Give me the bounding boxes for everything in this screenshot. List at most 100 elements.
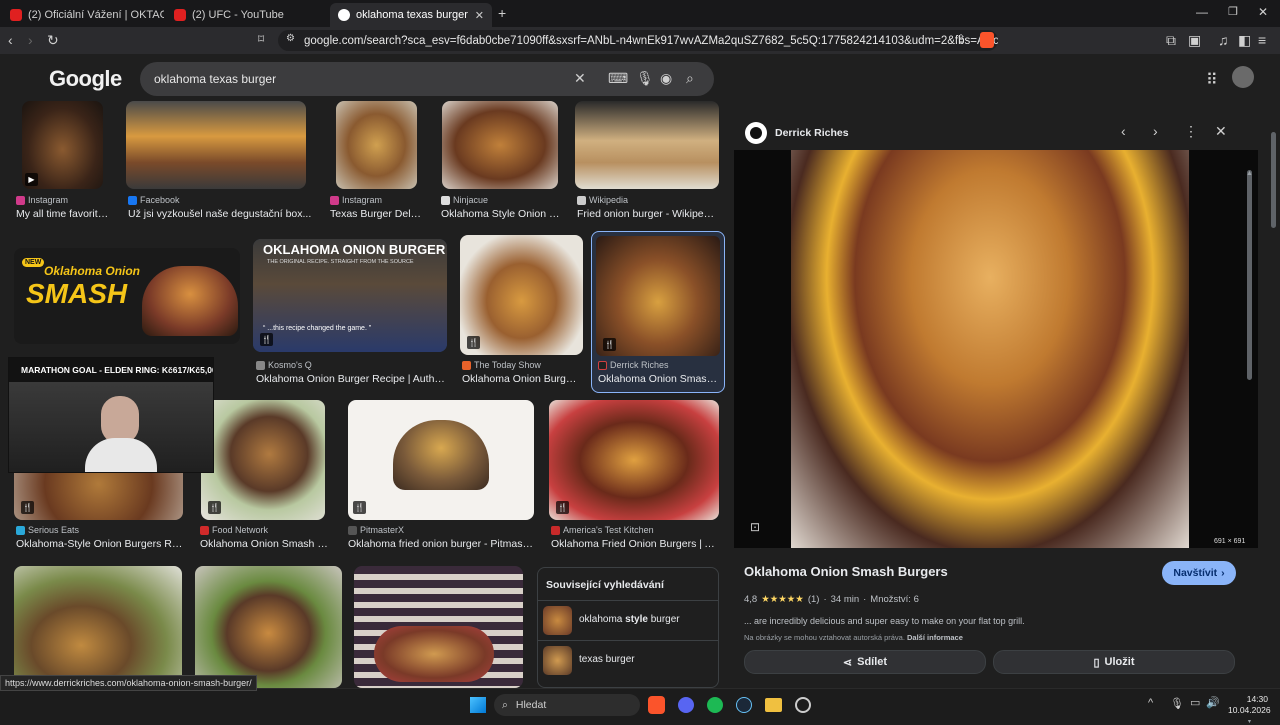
share-page-icon[interactable]: ⇪: [956, 32, 966, 46]
derrick-riches-icon: [598, 360, 607, 370]
account-avatar[interactable]: [1232, 66, 1254, 88]
search-input[interactable]: oklahoma texas burger: [154, 72, 276, 86]
result-caption-9[interactable]: Oklahoma-Style Onion Burgers Reci...: [16, 538, 186, 550]
discord-icon[interactable]: [678, 697, 694, 713]
result-source-10: Food Network: [200, 525, 268, 535]
lens-icon[interactable]: ◉: [660, 70, 672, 87]
result-image-5[interactable]: [575, 101, 719, 189]
page-scrollbar[interactable]: [1271, 132, 1276, 228]
volume-icon[interactable]: 🔊: [1206, 696, 1220, 709]
recipe-icon: 🍴: [208, 501, 221, 514]
result-image-ad[interactable]: NEW Oklahoma Onion SMASH: [14, 248, 240, 344]
spotify-icon[interactable]: [707, 697, 723, 713]
result-image-12[interactable]: 🍴: [549, 400, 719, 520]
serious-eats-icon: [16, 525, 25, 535]
address-bar[interactable]: ⚙ google.com/search?sca_esv=f6dab0cbe710…: [278, 30, 998, 51]
related-thumb: [543, 646, 572, 675]
steam-icon[interactable]: [736, 697, 752, 713]
result-caption-4[interactable]: Oklahoma Style Onion S...: [441, 208, 561, 220]
tab-google-search[interactable]: oklahoma texas burger - Hledat ✕: [330, 3, 492, 27]
result-image-2[interactable]: [126, 101, 306, 189]
instagram-icon: [16, 195, 25, 205]
maximize-button[interactable]: ❐: [1228, 5, 1238, 18]
result-image-13[interactable]: [14, 566, 182, 688]
start-icon[interactable]: [470, 697, 486, 713]
result-caption-1[interactable]: My all time favorite...: [16, 208, 111, 220]
publisher-name[interactable]: Derrick Riches: [775, 127, 849, 139]
result-caption-5[interactable]: Fried onion burger - Wikipedia: [577, 208, 717, 220]
bookmark-icon[interactable]: ⌑: [258, 32, 264, 46]
result-image-1[interactable]: ▶: [22, 101, 103, 189]
instagram-icon: [330, 195, 339, 205]
result-caption-2[interactable]: Už jsi vyzkoušel naše degustační box...: [128, 208, 312, 220]
tab-ufc[interactable]: (2) UFC - YouTube: [166, 3, 328, 27]
play-icon: ▶: [25, 173, 38, 186]
panel-scrollbar[interactable]: [1247, 170, 1252, 380]
next-icon[interactable]: ›: [1153, 123, 1158, 139]
scroll-up-icon[interactable]: ▲: [1246, 170, 1253, 177]
menu-icon[interactable]: ≡: [1258, 32, 1266, 48]
sidebar-icon[interactable]: ◧: [1238, 32, 1251, 49]
result-image-7[interactable]: 🍴: [460, 235, 583, 355]
preview-title[interactable]: Oklahoma Onion Smash Burgers: [744, 564, 948, 579]
tray-chevron-icon[interactable]: ^: [1148, 697, 1153, 709]
brave-shield-icon[interactable]: [980, 32, 994, 48]
site-info-icon[interactable]: ⚙: [286, 33, 295, 44]
result-caption-3[interactable]: Texas Burger Deliv...: [330, 208, 422, 220]
keyboard-icon[interactable]: ⌨: [608, 70, 628, 87]
file-explorer-icon[interactable]: [765, 698, 782, 712]
result-caption-6[interactable]: Oklahoma Onion Burger Recipe | Authent..…: [256, 373, 446, 385]
tab-title: (2) Oficiální Vážení | OKTAGON 86 c...: [28, 9, 164, 21]
clear-icon[interactable]: ✕: [574, 70, 586, 87]
more-options-icon[interactable]: ⋮: [1184, 123, 1198, 140]
result-image-4[interactable]: [442, 101, 558, 189]
back-icon[interactable]: ‹: [8, 32, 13, 48]
result-image-14[interactable]: [195, 566, 342, 688]
close-tab-icon[interactable]: ✕: [475, 9, 484, 22]
brave-icon[interactable]: [648, 696, 665, 714]
reload-icon[interactable]: ↻: [47, 32, 59, 49]
result-image-6[interactable]: OKLAHOMA ONION BURGER THE ORIGINAL RECIP…: [253, 239, 447, 352]
result-caption-8[interactable]: Oklahoma Onion Smash ...: [598, 373, 718, 385]
close-icon[interactable]: ✕: [1215, 123, 1227, 140]
obs-icon[interactable]: [795, 697, 811, 713]
result-image-15[interactable]: [354, 566, 523, 688]
microphone-tray-icon[interactable]: 🎙: [1170, 697, 1184, 710]
recipe-icon: 🍴: [353, 501, 366, 514]
result-caption-11[interactable]: Oklahoma fried onion burger - PitmasterX: [348, 538, 534, 550]
related-item[interactable]: oklahoma style burger: [538, 600, 718, 640]
network-icon[interactable]: ▭: [1190, 696, 1200, 709]
save-button[interactable]: ▯ Uložit: [993, 650, 1235, 674]
share-button[interactable]: ⋖ Sdílet: [744, 650, 986, 674]
extensions-icon[interactable]: ⧉: [1166, 32, 1176, 49]
taskbar-search[interactable]: ⌕ Hledat: [494, 694, 640, 716]
forward-icon[interactable]: ›: [28, 32, 33, 48]
new-tab-button[interactable]: +: [498, 5, 506, 21]
google-logo[interactable]: Google: [49, 66, 122, 92]
related-item[interactable]: texas burger: [538, 640, 718, 680]
search-box[interactable]: oklahoma texas burger ✕ ⌨ 🎙 ◉ ⌕: [140, 62, 714, 96]
apps-grid-icon[interactable]: ⠿: [1206, 70, 1218, 90]
result-caption-7[interactable]: Oklahoma Onion Burger ...: [462, 373, 578, 385]
search-icon[interactable]: ⌕: [686, 70, 694, 87]
result-image-3[interactable]: [336, 101, 417, 189]
media-icon[interactable]: ♫: [1218, 32, 1229, 48]
result-caption-10[interactable]: Oklahoma Onion Smash Bu...: [200, 538, 332, 550]
close-window-button[interactable]: ✕: [1258, 5, 1268, 19]
visit-button[interactable]: Navštívit ›: [1162, 561, 1236, 585]
tab-oktagon[interactable]: (2) Oficiální Vážení | OKTAGON 86 c...: [2, 3, 164, 27]
lens-search-icon[interactable]: ⊡: [750, 520, 760, 534]
tab-title: oklahoma texas burger - Hledat: [356, 9, 469, 21]
result-image-10[interactable]: 🍴: [201, 400, 325, 520]
result-source-5: Wikipedia: [577, 195, 628, 205]
learn-more-link[interactable]: Další informace: [907, 633, 963, 642]
previous-icon[interactable]: ‹: [1121, 123, 1126, 139]
clock[interactable]: 14:30 10.04.2026: [1228, 694, 1271, 716]
result-image-11[interactable]: 🍴: [348, 400, 534, 520]
preview-image[interactable]: [791, 150, 1189, 548]
minimize-button[interactable]: —: [1196, 5, 1208, 19]
result-caption-12[interactable]: Oklahoma Fried Onion Burgers | Am...: [551, 538, 719, 550]
wallet-icon[interactable]: ▣: [1188, 32, 1201, 49]
tile-quote: “ ...this recipe changed the game. ”: [263, 325, 372, 332]
microphone-icon[interactable]: 🎙: [636, 70, 654, 87]
